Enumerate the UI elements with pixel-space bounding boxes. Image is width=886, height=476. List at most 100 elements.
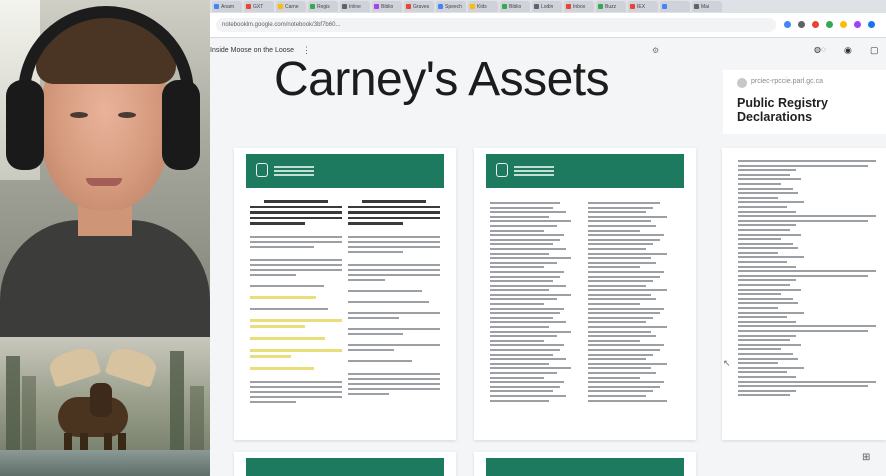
text-line (738, 173, 790, 176)
tab-favicon-icon (566, 4, 571, 9)
pond-water (0, 450, 210, 476)
page-title: Carney's Assets (274, 53, 610, 106)
text-line (738, 343, 802, 346)
text-line (738, 284, 790, 287)
extension-icon[interactable] (798, 21, 805, 28)
moose-antler-left (46, 344, 102, 388)
browser-tab[interactable]: Biblio (372, 1, 402, 12)
browser-tab[interactable]: IEX (628, 1, 658, 12)
text-line (588, 326, 668, 329)
browser-tab[interactable]: Lodin (532, 1, 562, 12)
tab-label: Buzz (605, 3, 617, 10)
tab-strip: Anam GXT Carne Regis Inline Biblio Graves Speec… (210, 0, 886, 13)
text-line (588, 298, 657, 301)
tab-label: Lodin (541, 3, 554, 10)
text-line (738, 366, 805, 369)
text-line (738, 316, 787, 319)
tab-favicon-icon (214, 4, 219, 9)
tab-label: Carne (285, 3, 299, 10)
browser-tab[interactable]: Biblio (500, 1, 530, 12)
browser-tab[interactable]: Buzz (596, 1, 626, 12)
text-line (490, 326, 550, 329)
profile-avatar[interactable] (868, 21, 875, 28)
text-line (588, 220, 651, 223)
text-line (588, 280, 653, 283)
tab-favicon-icon (694, 4, 699, 9)
browser-tab[interactable]: Carne (276, 1, 306, 12)
browser-window: Anam GXT Carne Regis Inline Biblio Graves Speec… (210, 0, 886, 476)
text-line (490, 381, 564, 384)
browser-tab[interactable]: Graves (404, 1, 434, 12)
extension-icon[interactable] (854, 21, 861, 28)
extension-icon[interactable] (840, 21, 847, 28)
text-line (738, 297, 793, 300)
text-line (738, 371, 787, 374)
text-line (588, 234, 664, 237)
text-line (738, 261, 787, 264)
browser-tab[interactable] (660, 1, 690, 12)
browser-tab[interactable]: Regis (308, 1, 338, 12)
text-line (738, 288, 802, 291)
text-line (588, 289, 668, 292)
text-line (738, 247, 799, 250)
text-line (490, 257, 571, 260)
document-page-2[interactable] (474, 148, 696, 440)
share-icon[interactable]: ◉ (844, 45, 852, 56)
settings-gear-icon[interactable]: ⚙ (652, 46, 659, 55)
analytics-icon[interactable]: ◍◌ (814, 45, 826, 54)
browser-tab[interactable]: Anam (212, 1, 242, 12)
moose-antler-right (104, 344, 160, 388)
tab-label: IEX (637, 3, 646, 10)
extension-icon[interactable] (784, 21, 791, 28)
browser-tab[interactable]: Inline (340, 1, 370, 12)
document-page-4[interactable] (474, 452, 696, 476)
text-line (490, 266, 544, 269)
text-line (738, 251, 779, 254)
text-line (490, 261, 557, 264)
browser-tab[interactable]: Inbox (564, 1, 594, 12)
extension-icon[interactable] (826, 21, 833, 28)
text-line (588, 270, 664, 273)
browser-tab[interactable]: GXT (244, 1, 274, 12)
text-line (588, 312, 660, 315)
document-page-3[interactable] (234, 452, 456, 476)
text-line (738, 348, 782, 351)
document-page-annex[interactable] (722, 148, 886, 440)
source-panel-public-registry[interactable]: prciec-rpccie.parl.gc.ca Public Registry… (723, 70, 886, 134)
extension-icon[interactable] (812, 21, 819, 28)
text-line (738, 302, 799, 305)
browser-tab[interactable]: Mai (692, 1, 722, 12)
text-line (490, 275, 561, 278)
text-line (738, 320, 796, 323)
document-page-1[interactable] (234, 148, 456, 440)
text-line (738, 219, 868, 222)
government-header-banner (486, 154, 684, 188)
text-line (738, 311, 805, 314)
tab-favicon-icon (598, 4, 603, 9)
tab-label: Biblio (509, 3, 522, 10)
text-line (490, 229, 544, 232)
grid-view-icon[interactable]: ⊞ (862, 452, 870, 463)
text-line (490, 202, 561, 204)
tab-label: Regis (317, 3, 330, 10)
text-line (490, 399, 550, 402)
text-line (738, 279, 796, 282)
text-line (490, 238, 561, 241)
text-line (738, 210, 796, 213)
webcam-feed (0, 0, 210, 476)
expand-icon[interactable]: ▢ (870, 45, 879, 56)
text-line (588, 390, 653, 393)
text-line (588, 344, 664, 347)
text-line (738, 352, 793, 355)
browser-tab[interactable]: Kids (468, 1, 498, 12)
text-line (490, 353, 553, 356)
browser-tab[interactable]: Speech (436, 1, 466, 12)
text-line (490, 344, 564, 347)
address-bar[interactable]: notebooklm.google.com/notebook/3bf7b60..… (216, 18, 776, 32)
text-line (588, 339, 641, 342)
text-line (738, 339, 790, 342)
text-line (588, 307, 664, 310)
text-column-english (490, 202, 580, 404)
text-line (490, 335, 557, 338)
canada-crest-icon (496, 163, 508, 177)
